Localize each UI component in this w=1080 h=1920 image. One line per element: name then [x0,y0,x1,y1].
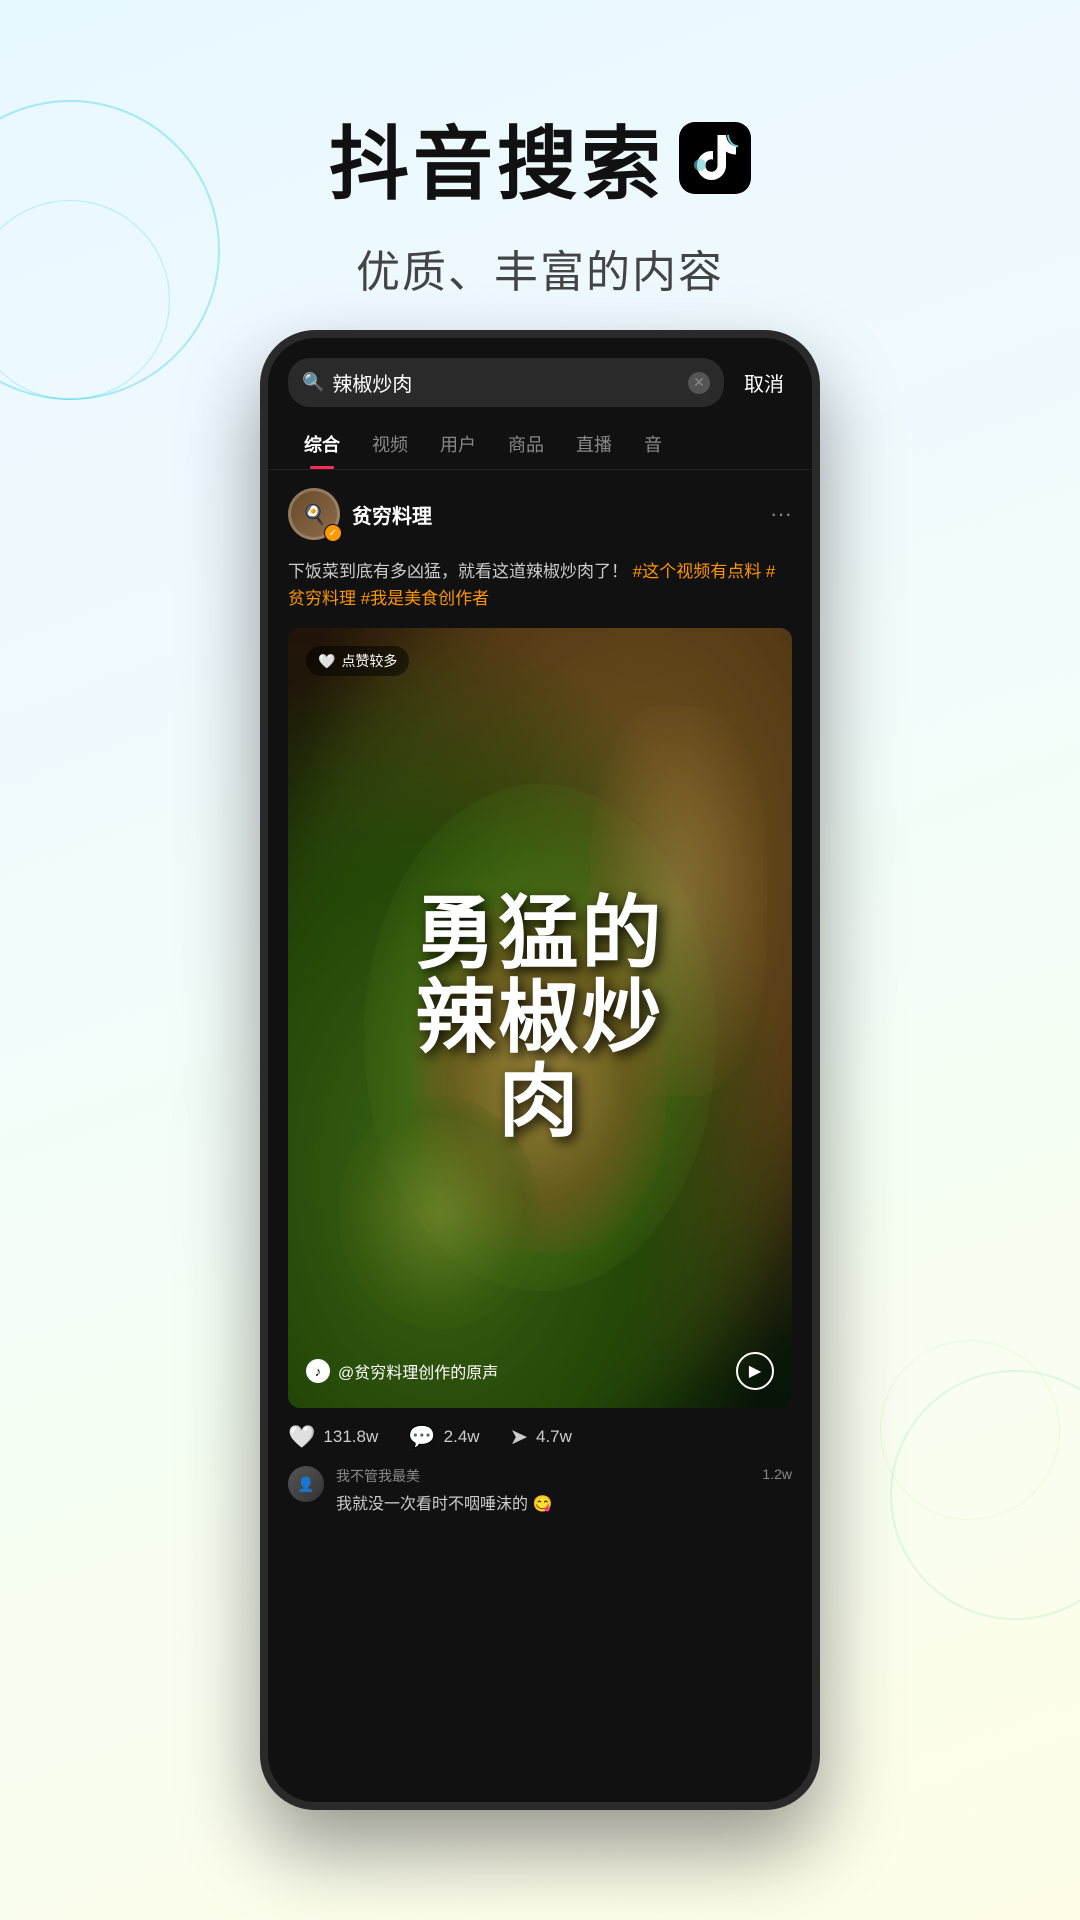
comment-preview: 👤 我不管我最美 我就没一次看时不咽唾沫的 😋 1.2w [268,1466,812,1514]
comment-username: 我不管我最美 [336,1466,792,1486]
avatar-wrapper: 🍳 ✓ [288,488,340,540]
post-text: 下饭菜到底有多凶猛，就看这道辣椒炒肉了！ #这个视频有点料 #贫穷料理 #我是美… [268,558,812,628]
verified-badge: ✓ [324,524,342,542]
tab-comprehensive[interactable]: 综合 [288,423,356,469]
like-count: 131.8w [323,1427,378,1447]
share-count: 4.7w [536,1427,572,1447]
phone-screen: 🔍 辣椒炒肉 ✕ 取消 综合 视频 用户 商品 [268,338,812,1802]
search-query-text: 辣椒炒肉 [332,368,680,397]
play-button[interactable]: ▶ [736,1352,774,1390]
like-button[interactable]: 🤍 131.8w [288,1424,378,1450]
heart-icon: 🤍 [318,653,335,670]
search-icon: 🔍 [302,372,324,393]
tab-sound[interactable]: 音 [628,423,678,469]
phone-frame: 🔍 辣椒炒肉 ✕ 取消 综合 视频 用户 商品 [260,330,820,1810]
post-main-text: 下饭菜到底有多凶猛，就看这道辣椒炒肉了！ [288,562,628,581]
post-header: 🍳 ✓ 贫穷料理 ··· [268,470,812,558]
post-username[interactable]: 贫穷料理 [352,500,432,529]
tab-product[interactable]: 商品 [492,423,560,469]
comment-count: 2.4w [444,1427,480,1447]
sound-text: @贫穷料理创作的原声 [338,1359,498,1383]
comment-text: 我就没一次看时不咽唾沫的 😋 [336,1490,792,1514]
bg-decoration-4 [880,1340,1060,1520]
clear-search-button[interactable]: ✕ [688,372,710,394]
more-options-icon[interactable]: ··· [770,501,792,527]
comment-reply-count: 1.2w [762,1466,792,1482]
overlay-line2: 辣椒炒 [416,976,665,1060]
tiktok-logo-badge [679,122,751,194]
comment-content: 我不管我最美 我就没一次看时不咽唾沫的 😋 [336,1466,792,1514]
search-input-wrapper[interactable]: 🔍 辣椒炒肉 ✕ [288,358,724,407]
tab-video[interactable]: 视频 [356,423,424,469]
share-icon: ➤ [510,1424,528,1450]
comment-icon: 💬 [408,1424,435,1450]
video-bottom-bar: ♪ @贫穷料理创作的原声 ▶ [288,1352,792,1390]
video-text-overlay: 勇猛的 辣椒炒 肉 [416,892,665,1144]
sound-info: ♪ @贫穷料理创作的原声 [306,1359,498,1383]
cancel-button[interactable]: 取消 [736,368,792,397]
video-thumbnail[interactable]: 🤍 点赞较多 勇猛的 辣椒炒 肉 ♪ @贫穷料理创作的原声 [288,628,792,1408]
tab-live[interactable]: 直播 [560,423,628,469]
tab-user[interactable]: 用户 [424,423,492,469]
like-icon: 🤍 [288,1424,315,1450]
share-button[interactable]: ➤ 4.7w [510,1424,572,1450]
title-text: 抖音搜索 [329,100,665,216]
overlay-line1: 勇猛的 [416,892,665,976]
search-bar-container: 🔍 辣椒炒肉 ✕ 取消 [268,338,812,407]
likes-badge: 🤍 点赞较多 [306,646,409,676]
tiktok-mini-logo: ♪ [306,1359,330,1383]
post-user-info: 🍳 ✓ 贫穷料理 [288,488,432,540]
phone-container: 🔍 辣椒炒肉 ✕ 取消 综合 视频 用户 商品 [260,330,820,1810]
tiktok-icon [690,131,740,186]
content-area: 🍳 ✓ 贫穷料理 ··· 下饭菜到底有多凶猛，就看这道辣椒炒肉了！ #这个视频有… [268,470,812,1514]
interaction-bar: 🤍 131.8w 💬 2.4w ➤ 4.7w [268,1408,812,1466]
tabs-container: 综合 视频 用户 商品 直播 音 [268,407,812,470]
comment-button[interactable]: 💬 2.4w [408,1424,479,1450]
comment-avatar: 👤 [288,1466,324,1502]
likes-badge-text: 点赞较多 [341,651,397,671]
overlay-line3: 肉 [416,1060,665,1144]
